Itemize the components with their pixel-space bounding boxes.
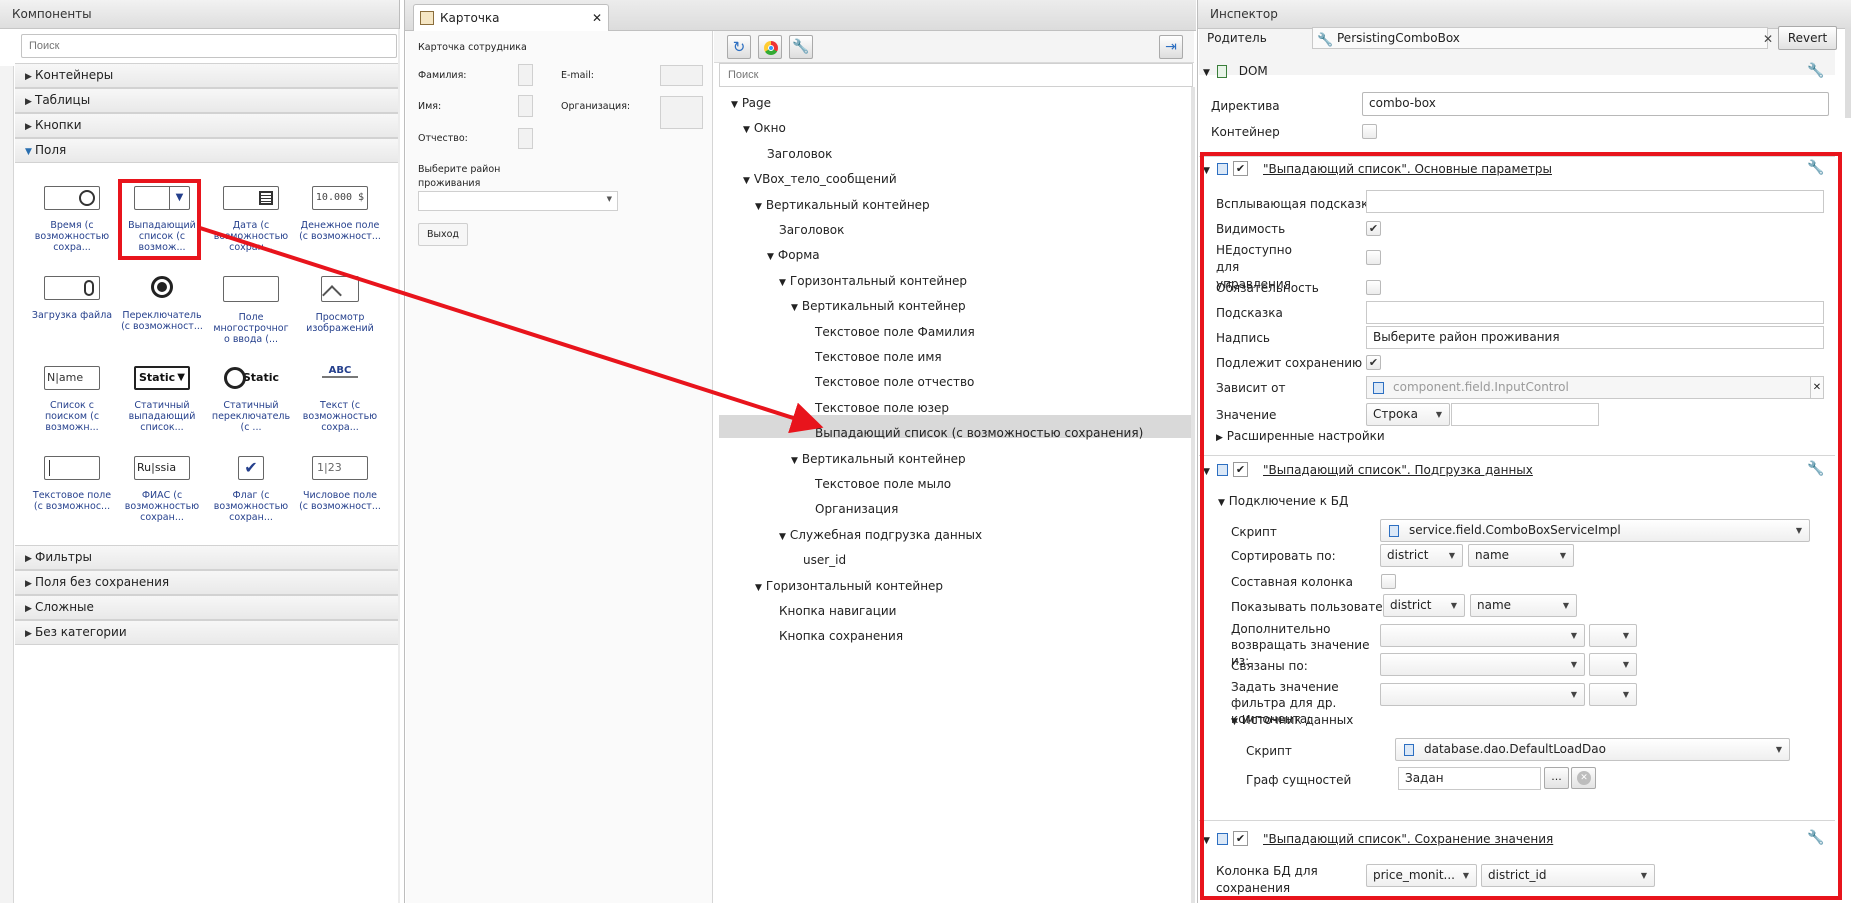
drag-arrow (199, 226, 824, 434)
app-window: Компоненты ▶Контейнеры ▶Таблицы ▶Кнопки … (0, 0, 1851, 903)
